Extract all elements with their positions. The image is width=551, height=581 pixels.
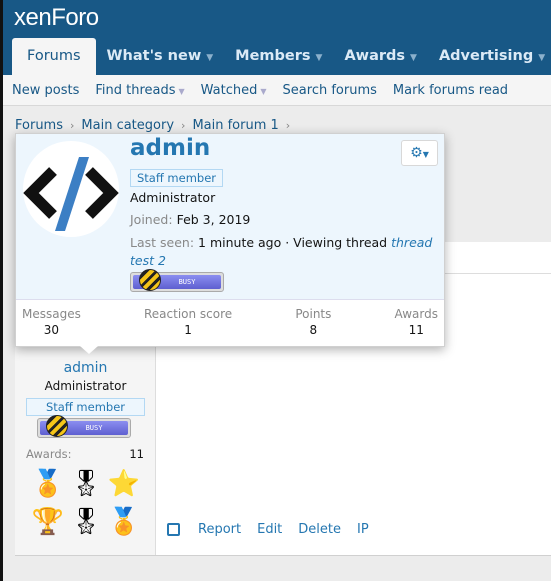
ip-link[interactable]: IP	[357, 522, 369, 537]
trophy-star-icon[interactable]: ⭐	[105, 466, 143, 502]
breadcrumb-item[interactable]: Forums	[15, 118, 63, 133]
trophy-medal-icon[interactable]: 🏆	[29, 504, 67, 540]
joined-value: Feb 3, 2019	[176, 212, 251, 227]
delete-link[interactable]: Delete	[298, 522, 341, 537]
chevron-down-icon: ▼	[178, 86, 185, 96]
edit-link[interactable]: Edit	[257, 522, 282, 537]
tab-label: What's new	[106, 48, 202, 64]
last-seen-row: Last seen: 1 minute ago · Viewing thread…	[130, 234, 440, 270]
mark-read-link[interactable]: Mark forums read	[393, 83, 508, 98]
tooltip-header: admin Staff member Administrator Joined:…	[16, 134, 444, 300]
chevron-down-icon: ▼	[410, 53, 417, 63]
report-link[interactable]: Report	[198, 522, 241, 537]
last-seen-value: 1 minute ago · Viewing thread	[198, 235, 388, 250]
award-medals: 🏅 🎖 ⭐ 🏆 🎖 🏅	[29, 466, 143, 540]
chevron-right-icon: ›	[181, 119, 186, 132]
main-nav: Forums What's new ▼ Members ▼ Awards ▼ Adve…	[12, 38, 551, 75]
breadcrumb: Forums › Main category › Main forum 1 ›	[15, 118, 297, 133]
tab-advertising[interactable]: Advertising ▼	[428, 38, 551, 75]
stat-value: 8	[309, 323, 318, 337]
code-logo-icon	[23, 157, 119, 231]
header: xenForo Forums What's new ▼ Members ▼ Awar…	[3, 0, 551, 75]
chevron-right-icon: ›	[70, 119, 75, 132]
user-title: Administrator	[130, 190, 216, 205]
tab-members[interactable]: Members ▼	[224, 38, 333, 75]
bee-icon	[139, 269, 161, 291]
avatar[interactable]	[23, 141, 119, 237]
tooltip-username[interactable]: admin	[130, 135, 210, 161]
logo[interactable]: xenForo	[14, 4, 99, 32]
chevron-down-icon: ▼	[538, 53, 546, 63]
member-stats: Messages 30 Reaction score 1 Points 8 Award…	[16, 307, 444, 337]
chevron-down-icon: ▼	[315, 53, 323, 63]
sub-nav: New posts Find threads ▼ Watched ▼ Search …	[3, 75, 551, 106]
sun-medal-icon[interactable]: 🎖	[67, 504, 105, 540]
link-label: Watched	[200, 82, 258, 98]
stat-label: Points	[295, 307, 332, 321]
tab-label: Awards	[344, 48, 406, 64]
staff-badge: Staff member	[26, 398, 145, 416]
tab-awards[interactable]: Awards ▼	[333, 38, 428, 75]
bee-icon	[46, 415, 68, 437]
chevron-down-icon: ▼	[206, 53, 214, 63]
chevron-down-icon: ▼	[422, 150, 429, 159]
stat-value[interactable]: 30	[22, 323, 81, 337]
breadcrumb-item[interactable]: Main forum 1	[192, 118, 278, 133]
awards-label: Awards:	[26, 447, 72, 461]
tab-label: Advertising	[438, 48, 534, 64]
post-actions: Report Edit Delete IP	[167, 522, 385, 537]
stat-value: 1	[184, 323, 192, 337]
find-threads-link[interactable]: Find threads ▼	[95, 83, 184, 98]
search-forums-link[interactable]: Search forums	[283, 83, 377, 98]
tab-whats-new[interactable]: What's new ▼	[96, 38, 225, 75]
stat-points: Points 8	[295, 307, 331, 337]
tooltip-arrow	[80, 346, 98, 354]
staff-badge: Staff member	[130, 169, 224, 187]
post-user-title: Administrator	[44, 379, 127, 393]
chevron-right-icon: ›	[285, 119, 291, 132]
post-username[interactable]: admin	[15, 360, 156, 376]
gear-menu-button[interactable]: ⚙▼	[401, 140, 438, 166]
breadcrumb-item[interactable]: Main category	[81, 118, 174, 133]
last-seen-label: Last seen:	[130, 235, 195, 250]
stat-label: Messages	[22, 307, 81, 321]
tab-forums[interactable]: Forums	[12, 38, 96, 75]
medal-icon[interactable]: 🏅	[29, 466, 67, 502]
stat-awards: Awards 11	[395, 307, 438, 337]
link-label: Find threads	[95, 82, 176, 98]
medal-icon[interactable]: 🏅	[105, 504, 143, 540]
stat-value: 11	[408, 323, 424, 337]
tab-label: Forums	[27, 48, 81, 64]
tab-label: Members	[235, 48, 311, 64]
stat-messages: Messages 30	[22, 307, 81, 337]
stat-reaction-score: Reaction score 1	[144, 307, 232, 337]
joined-row: Joined: Feb 3, 2019	[130, 212, 250, 227]
awards-count: 11	[129, 447, 144, 461]
stat-label: Reaction score	[144, 307, 233, 321]
stat-label: Awards	[394, 307, 438, 321]
status-badge: BUSY	[37, 415, 131, 438]
joined-label: Joined:	[130, 212, 173, 227]
member-tooltip: admin Staff member Administrator Joined:…	[15, 133, 445, 354]
watched-link[interactable]: Watched ▼	[201, 83, 267, 98]
new-posts-link[interactable]: New posts	[12, 83, 79, 98]
gear-icon: ⚙	[410, 145, 423, 161]
status-badge: BUSY	[130, 269, 224, 292]
medal-icon[interactable]: 🎖	[67, 466, 105, 502]
select-checkbox[interactable]	[167, 523, 180, 536]
chevron-down-icon: ▼	[260, 86, 267, 96]
